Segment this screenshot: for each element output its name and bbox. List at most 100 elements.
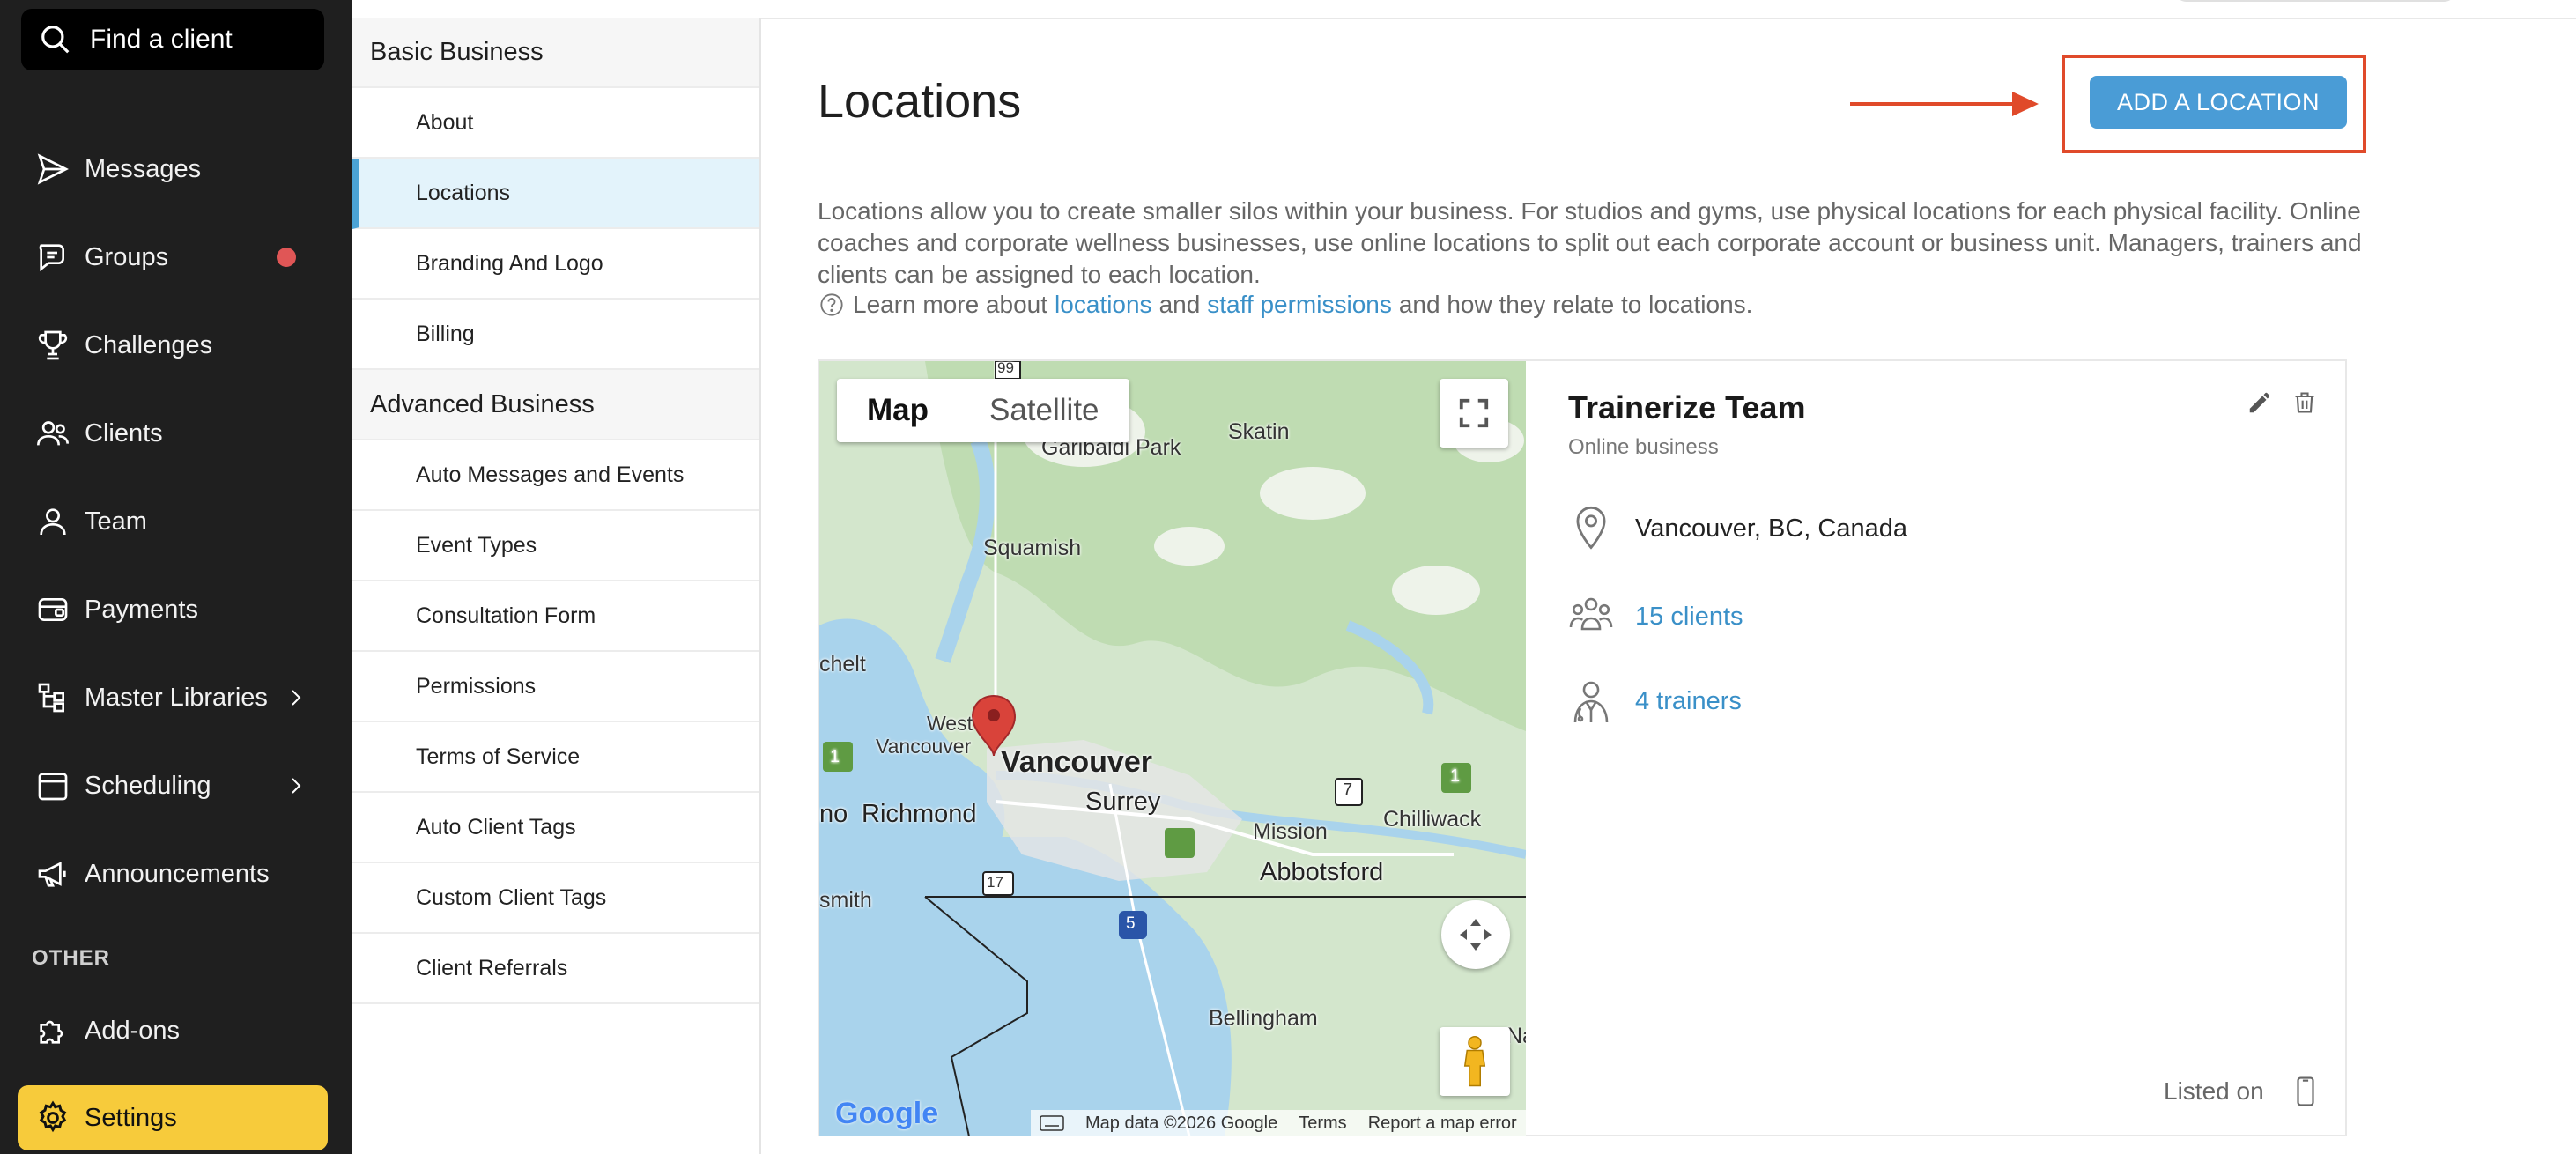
location-card: 99 1 1 7 17 5 Garibaldi Park Skatin Squa… <box>818 359 2347 1136</box>
sidebar-item-label: Scheduling <box>85 771 211 800</box>
sidebar-item-label: Team <box>85 507 147 536</box>
trophy-icon <box>38 330 68 360</box>
map-terms-link[interactable]: Terms <box>1299 1113 1346 1134</box>
location-clients-link[interactable]: 15 clients <box>1635 603 1743 632</box>
pegman-icon <box>1463 1036 1486 1087</box>
map-report-link[interactable]: Report a map error <box>1368 1113 1517 1134</box>
keyboard-icon[interactable] <box>1040 1115 1064 1131</box>
menu-item-auto-client-tags[interactable]: Auto Client Tags <box>352 793 759 863</box>
sidebar-item-label: Payments <box>85 595 198 624</box>
menu-item-auto-messages[interactable]: Auto Messages and Events <box>352 440 759 511</box>
map-label-hwy7: 7 <box>1343 780 1353 800</box>
group-icon <box>1569 597 1613 631</box>
search-label: Find a client <box>90 25 233 54</box>
map-label-richmond: Richmond <box>862 800 977 828</box>
sidebar-item-team[interactable]: Team <box>0 486 352 557</box>
map-label-hwy17: 17 <box>987 874 1003 891</box>
menu-item-locations[interactable]: Locations <box>352 159 759 229</box>
map-label-chilliwack: Chilliwack <box>1383 807 1482 832</box>
map-label-squamish: Squamish <box>983 536 1082 560</box>
menu-item-permissions[interactable]: Permissions <box>352 652 759 722</box>
sidebar-item-label: Challenges <box>85 330 213 359</box>
chat-icon <box>39 244 64 272</box>
sidebar-item-groups[interactable]: Groups <box>0 222 352 292</box>
add-location-button[interactable]: ADD A LOCATION <box>2090 76 2347 129</box>
map-type-satellite[interactable]: Satellite <box>959 379 1129 442</box>
sidebar-item-settings[interactable]: Settings <box>18 1085 328 1150</box>
edit-pencil-icon[interactable] <box>2247 389 2273 416</box>
menu-item-custom-client-tags[interactable]: Custom Client Tags <box>352 863 759 934</box>
location-trainers-link[interactable]: 4 trainers <box>1635 687 1742 716</box>
help-icon <box>820 293 843 316</box>
gear-icon <box>39 1100 67 1133</box>
map-label-abbotsford: Abbotsford <box>1260 858 1384 886</box>
map-label-surrey: Surrey <box>1085 788 1161 816</box>
location-clients-row: 15 clients <box>1568 592 1743 641</box>
pan-arrows-icon <box>1460 919 1492 951</box>
menu-item-client-referrals[interactable]: Client Referrals <box>352 934 759 1004</box>
menu-item-branding[interactable]: Branding And Logo <box>352 229 759 300</box>
fullscreen-icon <box>1459 398 1489 428</box>
listed-on-label: Listed on <box>2164 1077 2264 1105</box>
sidebar-item-label: Messages <box>85 154 202 183</box>
trainer-icon <box>1573 681 1609 723</box>
listed-on: Listed on <box>2164 1076 2317 1106</box>
sidebar-item-add-ons[interactable]: Add-ons <box>0 995 352 1066</box>
learn-and: and <box>1158 291 1201 318</box>
learn-suffix: and how they relate to locations. <box>1398 291 1753 318</box>
learn-prefix: Learn more about <box>853 291 1048 318</box>
page-title: Locations <box>818 75 1022 128</box>
map-type-map[interactable]: Map <box>837 379 959 442</box>
map-label-west: West <box>927 712 973 735</box>
menu-section-basic: Basic Business <box>352 18 759 88</box>
map-attribution: Map data ©2026 Google Terms Report a map… <box>1031 1110 1526 1136</box>
search-icon <box>41 26 70 54</box>
map-label-skatin: Skatin <box>1228 419 1290 444</box>
sidebar-item-master-libraries[interactable]: Master Libraries <box>0 662 352 733</box>
sidebar-item-label: Announcements <box>85 859 270 888</box>
map-label-rich-prefix: no <box>819 800 848 828</box>
person-icon <box>40 508 66 536</box>
sidebar-item-label: Add-ons <box>85 1016 181 1045</box>
sidebar-item-label: Groups <box>85 242 169 271</box>
street-view-pegman[interactable] <box>1440 1027 1510 1096</box>
main-sidebar: Find a client Messages Groups Challenges… <box>0 0 352 1154</box>
google-logo: Google <box>835 1097 939 1130</box>
sidebar-item-payments[interactable]: Payments <box>0 574 352 645</box>
sidebar-item-challenges[interactable]: Challenges <box>0 310 352 381</box>
client-search[interactable]: Find a client <box>21 9 324 70</box>
location-address-row: Vancouver, BC, Canada <box>1568 504 1907 553</box>
people-icon <box>37 421 69 446</box>
phone-icon <box>2297 1076 2314 1106</box>
staff-permissions-link[interactable]: staff permissions <box>1207 291 1392 319</box>
map-label-chelt: chelt <box>819 652 866 677</box>
sidebar-item-clients[interactable]: Clients <box>0 398 352 469</box>
wallet-icon <box>38 598 68 621</box>
map-label-mission: Mission <box>1253 819 1328 844</box>
sidebar-item-scheduling[interactable]: Scheduling <box>0 751 352 821</box>
trash-icon[interactable] <box>2292 389 2317 416</box>
location-name: Trainerize Team <box>1568 389 1806 425</box>
map-label-hwy99: 99 <box>997 361 1014 376</box>
map-pin-icon <box>1576 506 1606 550</box>
send-icon <box>37 153 69 185</box>
sidebar-item-announcements[interactable]: Announcements <box>0 839 352 909</box>
sidebar-item-messages[interactable]: Messages <box>0 134 352 204</box>
map-pan-control[interactable] <box>1441 900 1510 969</box>
menu-item-terms-of-service[interactable]: Terms of Service <box>352 722 759 793</box>
menu-item-consultation-form[interactable]: Consultation Form <box>352 581 759 652</box>
menu-item-about[interactable]: About <box>352 88 759 159</box>
chevron-right-icon <box>292 778 301 794</box>
megaphone-icon <box>38 862 66 887</box>
fullscreen-button[interactable] <box>1440 379 1508 448</box>
location-trainers-row: 4 trainers <box>1568 677 1742 726</box>
location-map[interactable]: 99 1 1 7 17 5 Garibaldi Park Skatin Squa… <box>819 361 1526 1136</box>
header-control[interactable] <box>2174 0 2456 2</box>
map-label-hwy1b: 1 <box>1450 766 1461 786</box>
map-label-hwy5: 5 <box>1126 914 1136 933</box>
menu-item-event-types[interactable]: Event Types <box>352 511 759 581</box>
header-divider <box>761 18 2576 19</box>
menu-item-billing[interactable]: Billing <box>352 300 759 370</box>
locations-link[interactable]: locations <box>1055 291 1152 319</box>
section-label-other: OTHER <box>32 946 110 970</box>
